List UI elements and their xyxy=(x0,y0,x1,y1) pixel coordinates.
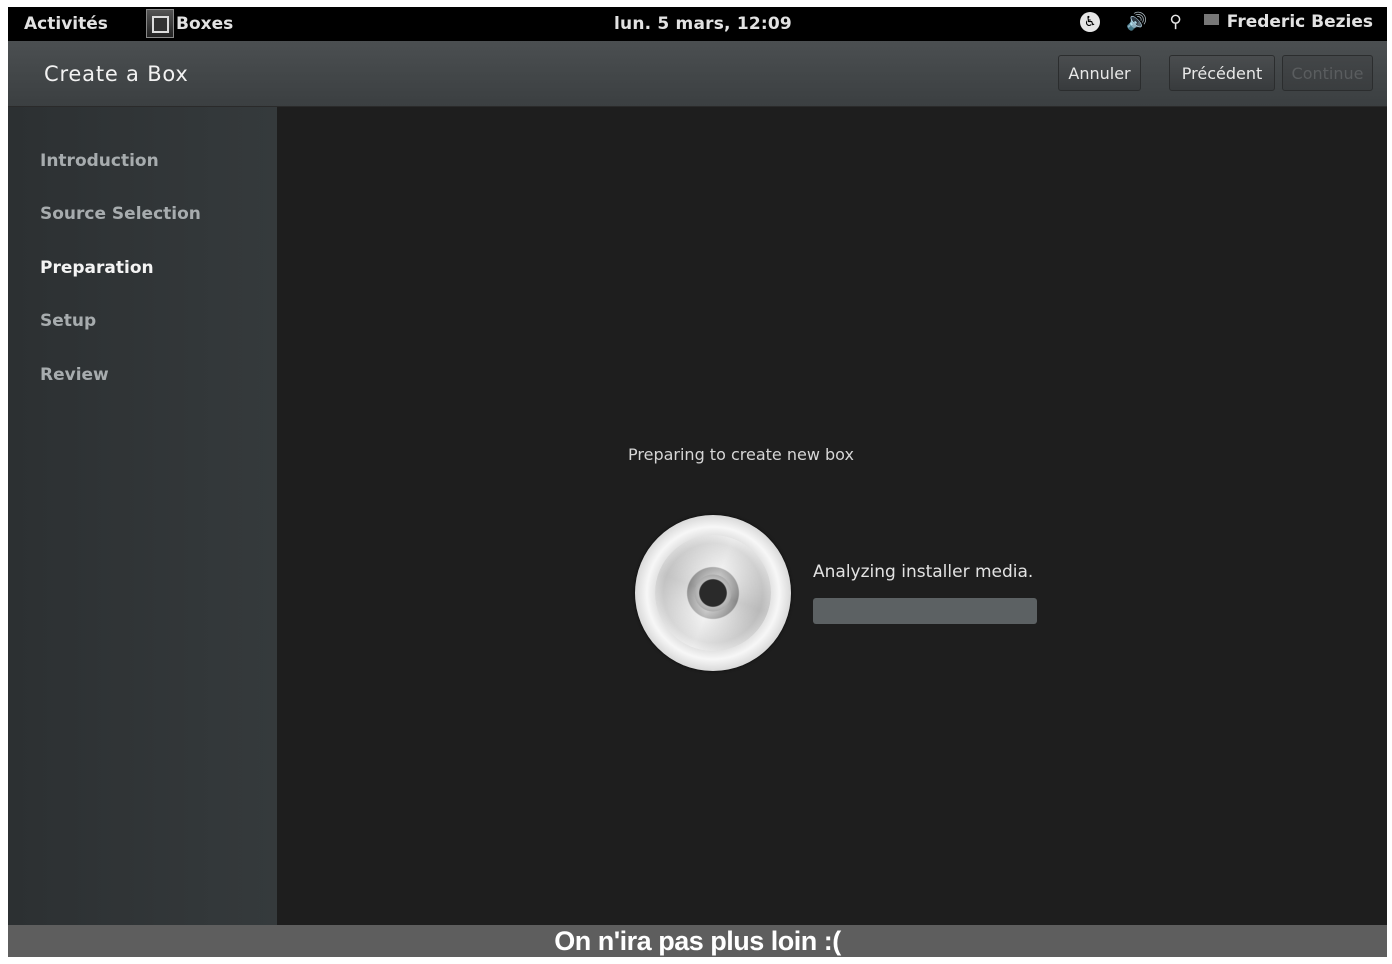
clock[interactable]: lun. 5 mars, 12:09 xyxy=(614,14,792,34)
app-menu-label: Boxes xyxy=(176,13,234,34)
volume-icon[interactable]: 🔊 xyxy=(1126,12,1147,32)
step-setup: Setup xyxy=(40,311,97,331)
disc-icon xyxy=(635,515,791,671)
accessibility-icon[interactable]: ♿ xyxy=(1080,12,1101,32)
step-preparation: Preparation xyxy=(40,258,154,278)
main-panel: Preparing to create new box Analyzing in… xyxy=(277,107,1387,925)
progress-bar xyxy=(813,598,1037,624)
image-caption: On n'ira pas plus loin :( xyxy=(8,925,1387,957)
boxes-app-icon xyxy=(146,9,174,38)
user-icon xyxy=(1203,13,1219,25)
activities-button[interactable]: Activités xyxy=(24,14,108,34)
step-review: Review xyxy=(40,365,109,385)
app-menu[interactable]: Boxes xyxy=(146,9,233,38)
network-icon[interactable]: ⚲ xyxy=(1169,12,1181,32)
page-title: Create a Box xyxy=(44,62,189,86)
step-source-selection: Source Selection xyxy=(40,204,201,224)
screen: Activités Boxes lun. 5 mars, 12:09 ♿ 🔊 ⚲… xyxy=(8,7,1387,957)
status-text: Analyzing installer media. xyxy=(813,562,1034,582)
preparation-title: Preparing to create new box xyxy=(628,445,854,464)
top-bar: Activités Boxes lun. 5 mars, 12:09 ♿ 🔊 ⚲… xyxy=(8,7,1387,41)
header-bar: Create a Box Annuler Précédent Continue xyxy=(8,41,1387,107)
step-introduction: Introduction xyxy=(40,151,159,171)
cancel-button[interactable]: Annuler xyxy=(1058,55,1141,91)
previous-button[interactable]: Précédent xyxy=(1169,55,1275,91)
user-menu[interactable]: Frederic Bezies xyxy=(1227,12,1373,32)
steps-sidebar: Introduction Source Selection Preparatio… xyxy=(8,107,277,925)
system-tray: ♿ 🔊 ⚲ Frederic Bezies xyxy=(1080,12,1373,32)
continue-button[interactable]: Continue xyxy=(1282,55,1373,91)
